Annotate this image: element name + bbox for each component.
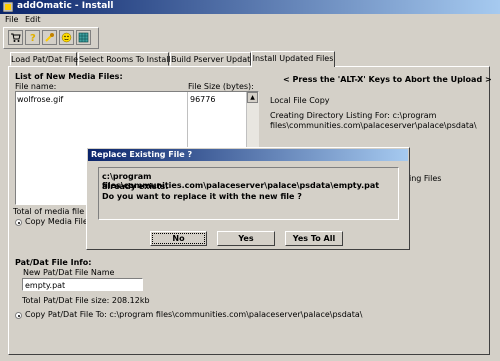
title-bar: addOmatic - Install xyxy=(0,0,500,14)
replace-file-dialog: Replace Existing File ? c:\program files… xyxy=(86,147,410,250)
new-name-value: empty.pat xyxy=(25,281,66,290)
face-icon xyxy=(61,32,72,43)
app-icon xyxy=(3,2,13,12)
copy-media-label: Copy Media Files xyxy=(25,217,92,226)
log-line-1: Local File Copy xyxy=(270,96,330,105)
scroll-up-icon[interactable]: ▲ xyxy=(247,92,258,103)
idea-button[interactable]: ? xyxy=(25,30,40,45)
tab-build-pserver[interactable]: Build Pserver Update xyxy=(170,52,255,66)
tab-install-updated[interactable]: Install Updated Files xyxy=(251,51,335,67)
menu-bar: File Edit xyxy=(0,14,500,27)
media-file-name[interactable]: wolfrose.gif xyxy=(17,95,63,104)
new-name-label: New Pat/Dat File Name xyxy=(23,268,115,277)
yes-button[interactable]: Yes xyxy=(217,231,275,246)
idea-icon: ? xyxy=(30,33,36,43)
media-file-size[interactable]: 96776 xyxy=(190,95,215,104)
copy-patdat-radio[interactable] xyxy=(15,312,22,319)
new-name-field[interactable]: empty.pat xyxy=(22,278,143,291)
log-line-3: files\communities.com\palaceserver\palac… xyxy=(270,121,477,130)
dialog-title: Replace Existing File ? xyxy=(91,150,193,159)
toolbar: ? xyxy=(3,27,99,49)
yes-to-all-button[interactable]: Yes To All xyxy=(285,231,343,246)
dialog-message-line-2: already exists. xyxy=(102,182,169,191)
cart-icon xyxy=(11,33,21,42)
patdat-size: Total Pat/Dat File size: 208.12kb xyxy=(22,296,150,305)
log-line-4: ing Files xyxy=(409,174,442,183)
face-button[interactable] xyxy=(59,30,74,45)
menu-edit[interactable]: Edit xyxy=(25,15,41,24)
media-group-title: List of New Media Files: xyxy=(15,72,123,81)
abort-hint: < Press the 'ALT-X' Keys to Abort the Up… xyxy=(283,75,492,84)
copy-media-radio[interactable] xyxy=(15,219,22,226)
dialog-message-box: c:\program files\communities.com\palaces… xyxy=(98,167,399,220)
patdat-group-title: Pat/Dat File Info: xyxy=(15,258,92,267)
tab-load-patdat[interactable]: Load Pat/Dat File xyxy=(10,52,78,66)
grid-button[interactable] xyxy=(76,30,91,45)
tools-button[interactable] xyxy=(42,30,57,45)
media-col-name: File name: xyxy=(15,82,57,91)
tools-icon xyxy=(45,33,54,42)
dialog-title-bar: Replace Existing File ? xyxy=(88,149,408,161)
tab-select-rooms[interactable]: Select Rooms To Install xyxy=(78,52,171,66)
cart-button[interactable] xyxy=(8,30,23,45)
menu-file[interactable]: File xyxy=(5,15,18,24)
dialog-message-line-3: Do you want to replace it with the new f… xyxy=(102,192,302,201)
log-line-2: Creating Directory Listing For: c:\progr… xyxy=(270,111,437,120)
svg-text:?: ? xyxy=(30,33,36,43)
no-button[interactable]: No xyxy=(150,231,207,246)
media-total-label: Total of media file siz xyxy=(13,207,98,216)
grid-icon xyxy=(78,32,89,43)
copy-patdat-label: Copy Pat/Dat File To: c:\program files\c… xyxy=(25,310,363,319)
window-title: addOmatic - Install xyxy=(17,1,114,11)
media-col-size: File Size (bytes): xyxy=(188,82,254,91)
